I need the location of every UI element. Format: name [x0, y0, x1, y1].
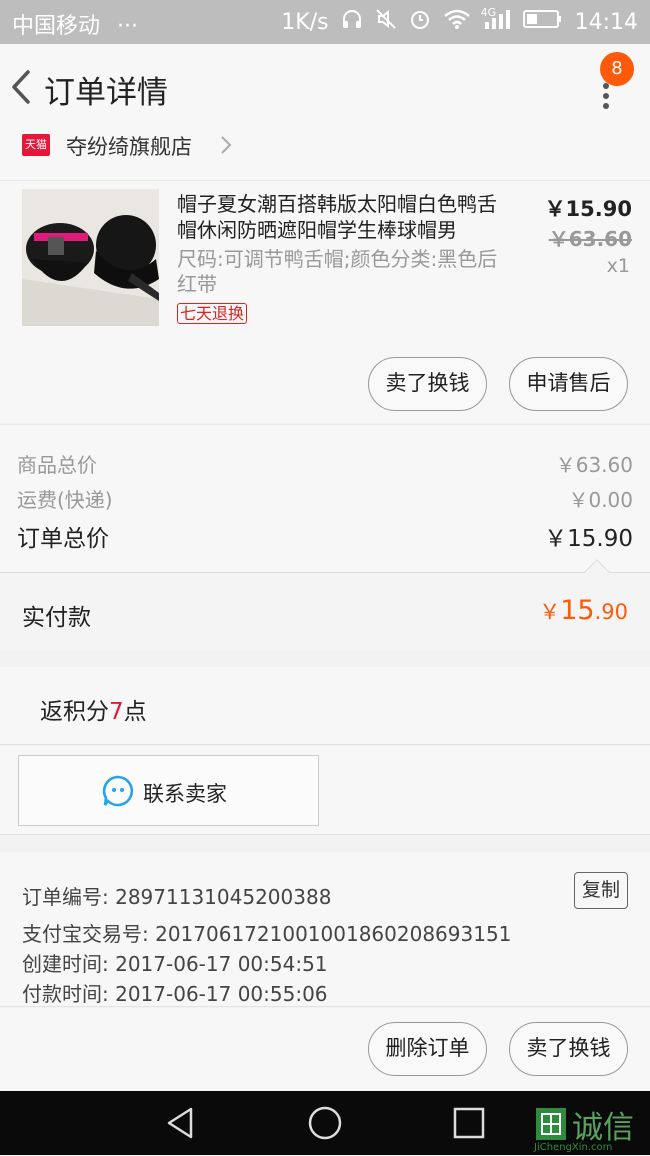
order-total-row: 订单总价 ￥15.90	[17, 519, 633, 553]
paid-currency: ￥	[539, 600, 561, 624]
product-thumbnail[interactable]	[22, 189, 159, 326]
product-price: ￥15.90	[544, 197, 632, 221]
price-summary: 商品总价 ￥63.60 运费(快递) ￥0.00 订单总价 ￥15.90	[0, 424, 650, 572]
shipping-value: ￥0.00	[568, 488, 633, 512]
created-time: 2017-06-17 00:54:51	[115, 952, 328, 976]
alarm-icon	[409, 8, 431, 36]
wifi-icon	[443, 8, 471, 36]
signal-icon: 4G	[481, 6, 511, 36]
shipping-row: 运费(快递) ￥0.00	[17, 484, 633, 513]
product-original-price: ￥63.60	[548, 227, 632, 251]
product-sku: 尺码:可调节鸭舌帽;颜色分类:黑色后红带	[177, 247, 498, 296]
copy-button[interactable]: 复制	[574, 872, 628, 909]
alipay-trade-number: 2017061721001001860208693151	[155, 922, 512, 946]
goods-total-value: ￥63.60	[555, 453, 633, 477]
delete-order-button[interactable]: 删除订单	[368, 1022, 487, 1076]
clock: 14:14	[574, 9, 638, 35]
battery-icon	[522, 8, 563, 36]
nav-back-icon[interactable]	[163, 1105, 199, 1141]
nav-recents-icon[interactable]	[452, 1106, 486, 1140]
sell-for-cash-button[interactable]: 卖了换钱	[368, 357, 487, 411]
notification-badge: 8	[600, 52, 634, 86]
order-total-label: 订单总价	[17, 526, 109, 552]
points-suffix: 点	[123, 699, 147, 725]
alipay-trade-row: 支付宝交易号: 2017061721001001860208693151	[22, 918, 511, 947]
order-number: 28971131045200388	[115, 885, 332, 909]
status-bar: 中国移动 ··· 1K/s 4G 14:14	[0, 0, 650, 44]
product-quantity: x1	[606, 255, 630, 277]
paid-integer: 15	[560, 595, 595, 626]
watermark-logo: 诚信 JiChengXin.com	[534, 1104, 650, 1153]
notification-dots: ···	[117, 14, 138, 39]
chevron-right-icon	[218, 134, 234, 156]
product-title[interactable]: 帽子夏女潮百搭韩版太阳帽白色鸭舌帽休闲防晒遮阳帽学生棒球帽男	[177, 191, 507, 243]
goods-total-row: 商品总价 ￥63.60	[17, 449, 633, 478]
paid-time-label: 付款时间:	[22, 982, 116, 1006]
watermark-text: 诚信	[572, 1110, 634, 1146]
paid-decimal: .90	[594, 600, 628, 624]
contact-seller-button[interactable]: 联系卖家	[18, 755, 319, 826]
sell-for-cash-bottom-button[interactable]: 卖了换钱	[509, 1022, 628, 1076]
points-row: 返积分7点	[0, 667, 650, 745]
created-time-label: 创建时间:	[22, 952, 116, 976]
page-title: 订单详情	[44, 75, 168, 111]
paid-label: 实付款	[22, 605, 91, 631]
nav-bar: 订单详情 8	[0, 44, 650, 130]
order-item: 帽子夏女潮百搭韩版太阳帽白色鸭舌帽休闲防晒遮阳帽学生棒球帽男 尺码:可调节鸭舌帽…	[0, 180, 650, 423]
shop-name: 夺纷绮旗舰店	[66, 135, 192, 159]
mute-icon	[375, 8, 397, 36]
watermark-subtext: JiChengXin.com	[534, 1142, 613, 1153]
network-speed: 1K/s	[281, 9, 329, 35]
order-number-label: 订单编号:	[22, 885, 116, 909]
contact-seller-label: 联系卖家	[143, 782, 227, 806]
created-time-row: 创建时间: 2017-06-17 00:54:51	[22, 948, 328, 977]
headphones-icon	[341, 8, 363, 36]
network-type: 4G	[480, 6, 497, 19]
goods-total-label: 商品总价	[17, 453, 97, 477]
paid-time-row: 付款时间: 2017-06-17 00:55:06	[22, 978, 328, 1007]
return-policy-tag: 七天退换	[177, 303, 248, 324]
points-text: 返积分7点	[40, 692, 147, 726]
after-sales-button[interactable]: 申请售后	[509, 357, 628, 411]
order-number-row: 订单编号: 28971131045200388	[22, 881, 331, 910]
bottom-action-bar: 删除订单 卖了换钱	[0, 1008, 650, 1091]
paid-time: 2017-06-17 00:55:06	[115, 982, 328, 1006]
back-arrow-icon[interactable]	[8, 66, 40, 108]
chat-bubble-icon	[101, 774, 135, 808]
tmall-logo: 天猫	[22, 134, 50, 156]
alipay-trade-label: 支付宝交易号:	[22, 922, 156, 946]
paid-amount: ￥15.90	[539, 595, 628, 626]
order-total-value: ￥15.90	[544, 526, 633, 552]
order-info-section: 订单编号: 28971131045200388 复制 支付宝交易号: 20170…	[0, 852, 650, 1007]
shipping-label: 运费(快递)	[17, 488, 113, 512]
carrier-name: 中国移动	[12, 14, 101, 39]
points-value: 7	[109, 699, 124, 725]
contact-section: 联系卖家	[0, 746, 650, 835]
nav-home-icon[interactable]	[307, 1105, 343, 1141]
points-prefix: 返积分	[40, 699, 109, 725]
paid-amount-row: 实付款 ￥15.90	[0, 559, 650, 650]
shop-row[interactable]: 天猫 夺纷绮旗舰店	[0, 130, 650, 180]
